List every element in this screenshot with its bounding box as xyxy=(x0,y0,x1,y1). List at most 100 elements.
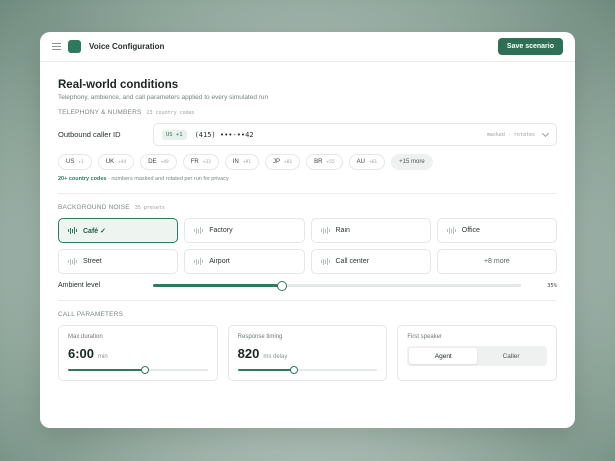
more-presets-tile[interactable]: +8 more xyxy=(436,249,557,274)
noise-preset-label: Factory xyxy=(209,227,233,234)
page-title: Real-world conditions xyxy=(58,79,179,91)
privacy-note-strong: 20+ country codes xyxy=(58,176,107,182)
telephony-heading: TELEPHONY & NUMBERS xyxy=(58,109,142,116)
country-chip-au[interactable]: AU +61 xyxy=(348,154,386,170)
call-parameters: Max duration 6:00 min Response timing 82… xyxy=(58,325,557,381)
chevron-down-icon xyxy=(541,129,550,137)
app-title: Voice Configuration xyxy=(89,42,165,51)
country-code: US xyxy=(66,159,75,165)
menu-icon[interactable] xyxy=(52,43,61,50)
call-section-label: CALL PARAMETERS xyxy=(58,311,557,318)
country-chip-jp[interactable]: JP +81 xyxy=(265,154,301,170)
noise-preset-label: Office xyxy=(461,227,480,234)
response-timing-number: 820 xyxy=(237,346,260,361)
slider-fill xyxy=(68,369,145,371)
country-chip-in[interactable]: IN +91 xyxy=(224,154,260,170)
slider-handle[interactable] xyxy=(276,280,287,291)
max-duration-label: Max duration xyxy=(68,334,103,340)
page-subtitle: Telephony, ambience, and call parameters… xyxy=(58,94,269,101)
noise-preset-caf[interactable]: Café ✓ xyxy=(58,218,179,243)
dial-code: +44 xyxy=(118,159,127,165)
ambient-level-slider[interactable] xyxy=(153,280,521,291)
response-timing-label: Response timing xyxy=(237,334,283,340)
caller-id-select[interactable]: US +1 (415) •••-••42 masked · rotates xyxy=(153,123,557,146)
country-code: UK xyxy=(105,159,115,165)
country-chips: US +1 UK +44 DE +49 FR +33 IN +91 JP +81 BR +55 AU +61 +… xyxy=(58,154,557,170)
waveform-icon xyxy=(68,227,77,234)
max-duration-card: Max duration 6:00 min xyxy=(58,325,218,381)
slider-fill xyxy=(237,369,294,371)
noise-presets: Café ✓ Factory Rain Office Street Airport Call… xyxy=(58,218,557,274)
noise-preset-factory[interactable]: Factory xyxy=(184,218,305,243)
dial-code: +55 xyxy=(326,159,335,165)
max-duration-slider[interactable] xyxy=(68,366,208,374)
slider-handle[interactable] xyxy=(140,366,149,374)
dial-code: +81 xyxy=(284,159,293,165)
dial-code: +91 xyxy=(242,159,252,165)
waveform-icon xyxy=(194,258,204,265)
noise-preset-street[interactable]: Street xyxy=(58,249,179,274)
max-duration-unit: min xyxy=(98,354,108,360)
country-chip-uk[interactable]: UK +44 xyxy=(97,154,135,170)
slider-handle[interactable] xyxy=(289,366,298,374)
telephony-count: 23 country codes xyxy=(146,110,195,116)
country-code: FR xyxy=(190,159,199,165)
divider xyxy=(58,300,557,301)
privacy-note: 20+ country codes · numbers masked and r… xyxy=(58,176,557,182)
country-code: DE xyxy=(148,159,157,165)
caller-masked-note: masked · rotates xyxy=(486,131,535,138)
noise-preset-label: Call center xyxy=(335,258,369,265)
country-chip-br[interactable]: BR +55 xyxy=(306,154,343,170)
caller-country-badge: US +1 xyxy=(162,129,187,140)
caller-id-row: Outbound caller ID US +1 (415) •••-••42 … xyxy=(58,123,557,146)
telephony-section-label: TELEPHONY & NUMBERS 23 country codes xyxy=(58,109,557,116)
dial-code: +49 xyxy=(160,159,169,165)
top-bar: Voice Configuration Save scenario xyxy=(40,32,575,62)
noise-preset-label: Street xyxy=(83,258,102,265)
slider-fill xyxy=(153,284,282,287)
country-code: BR xyxy=(314,159,323,165)
response-timing-unit: ms delay xyxy=(263,354,288,360)
response-timing-card: Response timing 820 ms delay xyxy=(227,325,388,381)
country-code: IN xyxy=(232,159,239,165)
waveform-icon xyxy=(446,227,456,234)
caller-id-label: Outbound caller ID xyxy=(58,130,121,139)
config-panel: Voice Configuration Save scenario Real-w… xyxy=(40,32,575,428)
first-speaker-label: First speaker xyxy=(407,334,443,340)
first-speaker-toggle: Agent Caller xyxy=(407,346,547,366)
waveform-icon xyxy=(68,258,77,265)
first-speaker-option-caller[interactable]: Caller xyxy=(477,348,545,364)
noise-preset-label: Rain xyxy=(335,227,350,234)
noise-preset-rain[interactable]: Rain xyxy=(310,218,431,243)
country-code: JP xyxy=(273,159,281,165)
noise-preset-airport[interactable]: Airport xyxy=(184,249,305,274)
app-logo xyxy=(68,40,81,53)
noise-preset-label: Café ✓ xyxy=(83,227,106,235)
country-code: AU xyxy=(356,159,365,165)
dial-code: +33 xyxy=(202,159,211,165)
response-timing-value: 820 ms delay xyxy=(238,346,378,361)
waveform-icon xyxy=(320,227,330,234)
country-chip-fr[interactable]: FR +33 xyxy=(182,154,219,170)
dial-code: +1 xyxy=(78,159,84,165)
max-duration-number: 6:00 xyxy=(68,346,95,361)
response-timing-slider[interactable] xyxy=(237,366,378,374)
noise-preset-office[interactable]: Office xyxy=(436,218,557,243)
first-speaker-option-agent[interactable]: Agent xyxy=(409,348,478,364)
ambient-level-value: 35% xyxy=(547,282,557,289)
noise-preset-call-center[interactable]: Call center xyxy=(310,249,431,274)
privacy-note-text: · numbers masked and rotated per run for… xyxy=(106,176,229,182)
noise-count: 35 presets xyxy=(134,205,165,211)
waveform-icon xyxy=(320,258,330,265)
max-duration-value: 6:00 min xyxy=(68,346,208,361)
country-chip-us[interactable]: US +1 xyxy=(58,154,92,170)
noise-heading: BACKGROUND NOISE xyxy=(58,204,130,211)
ambient-level-label: Ambient level xyxy=(58,282,101,289)
country-chip-de[interactable]: DE +49 xyxy=(140,154,177,170)
dial-code: +61 xyxy=(369,159,378,165)
first-speaker-card: First speaker Agent Caller xyxy=(397,325,557,381)
divider xyxy=(58,193,557,194)
noise-preset-label: Airport xyxy=(209,258,230,265)
more-countries-chip[interactable]: +15 more xyxy=(391,154,433,170)
save-scenario-button[interactable]: Save scenario xyxy=(497,38,563,55)
